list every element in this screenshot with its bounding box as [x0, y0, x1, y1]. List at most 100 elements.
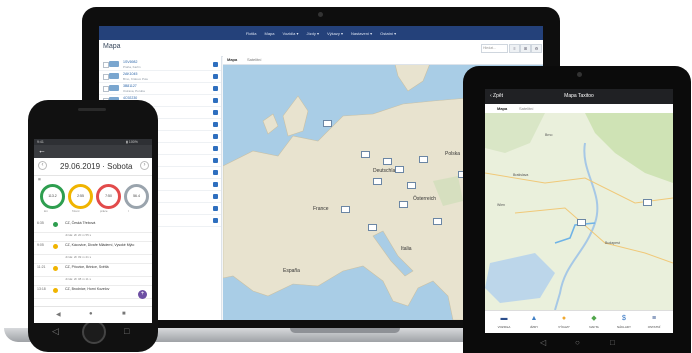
locate-icon[interactable]: [213, 134, 218, 139]
stop-row[interactable]: 11:21 CZ, Pňovice, Brtnice, Světlá: [34, 263, 152, 277]
locate-icon[interactable]: [213, 98, 218, 103]
tablet-app-bar: ‹ Zpět Mapa Taxitoo: [485, 89, 673, 104]
next-day-button[interactable]: ›: [140, 161, 149, 170]
tab-výkazy[interactable]: ● VÝKAZY: [552, 314, 576, 329]
tab-ostatní[interactable]: ≡ OSTATNÍ: [642, 314, 666, 329]
tablet-bottom-bar: ▬ VOZIDLA ▲ JÍZDY ● VÝKAZY ◆ NAFTA $ NÁKLADY ≡ OSTA…: [485, 310, 673, 333]
map-label-austria: Österreich: [413, 196, 437, 202]
tablet-map[interactable]: Bratislava Budapest Wien Brno: [485, 113, 673, 310]
gauge: 113.2: [40, 184, 65, 209]
map-tab-satellite[interactable]: Satelitní: [247, 57, 261, 62]
add-button[interactable]: +: [138, 290, 147, 299]
stop-row[interactable]: 9:05 CZ, Kácovice, Divaře Mláderní, Vysok…: [34, 241, 152, 255]
truck-icon: [109, 85, 119, 91]
vehicle-marker[interactable]: [433, 218, 442, 225]
settings-button[interactable]: ⚙: [531, 44, 542, 53]
vehicle-marker[interactable]: [341, 206, 350, 213]
locate-icon[interactable]: [213, 122, 218, 127]
grid-button[interactable]: ⊞: [520, 44, 531, 53]
vehicle-marker[interactable]: [643, 199, 652, 206]
phone-app-bar: ←: [34, 145, 152, 158]
tablet-home-key[interactable]: ○: [575, 338, 580, 347]
tablet-recent-key[interactable]: □: [610, 338, 615, 347]
vehicle-name[interactable]: 2AK1045: [123, 72, 137, 76]
search-input[interactable]: Hledat...: [481, 44, 508, 53]
nav-recent-icon[interactable]: ■: [122, 311, 126, 317]
vehicle-name[interactable]: 1SV6982: [123, 60, 137, 64]
tab-jízdy[interactable]: ▲ JÍZDY: [522, 314, 546, 329]
tab-nafta[interactable]: ◆ NAFTA: [582, 314, 606, 329]
locate-icon[interactable]: [213, 62, 218, 67]
nav-item-map[interactable]: Mapa: [264, 31, 274, 36]
locate-icon[interactable]: [213, 182, 218, 187]
locate-icon[interactable]: [213, 110, 218, 115]
trip-duration: Jízda: 2h 08 m 11 s: [65, 277, 91, 281]
prev-day-button[interactable]: ‹: [38, 161, 47, 170]
tab-label: NÁKLADY: [616, 325, 631, 329]
tab-icon: ▬: [500, 315, 508, 322]
tab-náklady[interactable]: $ NÁKLADY: [612, 314, 636, 329]
locate-icon[interactable]: [213, 218, 218, 223]
tab-label: VOZIDLA: [497, 325, 511, 329]
nav-item-settings[interactable]: Nastavení ▾: [351, 31, 372, 36]
calendar-icon: ▦: [38, 177, 41, 181]
back-arrow-icon[interactable]: ←: [38, 147, 46, 155]
nav-item-fleet[interactable]: Flotila: [246, 31, 257, 36]
nav-back-icon[interactable]: ◀: [56, 311, 61, 318]
vehicle-marker[interactable]: [577, 219, 586, 226]
stop-row[interactable]: 6:35 CZ, Česká Třebová: [34, 219, 152, 233]
locate-icon[interactable]: [213, 86, 218, 91]
event-location: CZ, Česká Třebová: [65, 221, 96, 225]
truck-icon: [109, 73, 119, 79]
phone-home-button[interactable]: [82, 320, 106, 344]
locate-icon[interactable]: [213, 170, 218, 175]
stop-row[interactable]: 13:18 CZ, Brodnice, Horní Kozelov: [34, 285, 152, 299]
status-dot-icon: [53, 288, 58, 293]
locate-icon[interactable]: [213, 206, 218, 211]
vehicle-row[interactable]: 1SV6982 Praha, Karlín: [99, 59, 221, 71]
nav-item-trips[interactable]: Jízdy ▾: [307, 31, 319, 36]
tablet-back-key[interactable]: ◁: [540, 338, 546, 347]
nav-item-vehicles[interactable]: Vozidla ▾: [283, 31, 299, 36]
tablet-tab-satellite[interactable]: Satelitní: [519, 106, 533, 111]
phone-recent-key[interactable]: □: [124, 326, 129, 336]
event-time: 9:05: [37, 243, 44, 247]
vehicle-marker[interactable]: [419, 156, 428, 163]
event-time: 13:18: [37, 287, 46, 291]
vehicle-row[interactable]: 2AK1045 Brno, Královo Pole: [99, 71, 221, 83]
vehicle-marker[interactable]: [399, 201, 408, 208]
trip-duration: Jízda: 2h 20 m 55 s: [65, 233, 92, 237]
locate-icon[interactable]: [213, 158, 218, 163]
tablet-tab-map[interactable]: Mapa: [497, 106, 507, 111]
map-tab-map[interactable]: Mapa: [227, 57, 237, 62]
status-time: 9:41: [37, 140, 44, 144]
event-location: CZ, Kácovice, Divaře Mláderní, Vysoké Mý…: [65, 243, 135, 247]
menu-button[interactable]: ≡: [509, 44, 520, 53]
vehicle-marker[interactable]: [395, 166, 404, 173]
gauge-value: 7:50: [105, 194, 112, 198]
tab-vozidla[interactable]: ▬ VOZIDLA: [492, 314, 516, 329]
tab-label: JÍZDY: [529, 325, 539, 329]
status-dot-icon: [53, 244, 58, 249]
vehicle-address: Brno, Královo Pole: [123, 77, 149, 81]
vehicle-marker[interactable]: [368, 224, 377, 231]
locate-icon[interactable]: [213, 194, 218, 199]
locate-icon[interactable]: [213, 74, 218, 79]
vehicle-marker[interactable]: [373, 178, 382, 185]
nav-home-icon[interactable]: ●: [89, 311, 93, 317]
gauge-value: 113.2: [48, 194, 57, 198]
vehicle-row[interactable]: 3B81127 Ostrava, Poruba: [99, 83, 221, 95]
vehicle-marker[interactable]: [323, 120, 332, 127]
trip-duration: Jízda: 2h 09 m 21 s: [65, 255, 92, 259]
vehicle-marker[interactable]: [361, 151, 370, 158]
gauge-label: řízení: [72, 209, 80, 213]
nav-item-reports[interactable]: Výkazy ▾: [327, 31, 343, 36]
vehicle-marker[interactable]: [407, 182, 416, 189]
phone-back-key[interactable]: ◁: [52, 326, 59, 337]
page-header: Mapa Hledat... ≡ ⊞ ⚙: [99, 40, 543, 57]
nav-item-other[interactable]: Ostatní ▾: [380, 31, 396, 36]
vehicle-address: Ostrava, Poruba: [123, 89, 145, 93]
vehicle-marker[interactable]: [383, 158, 392, 165]
vehicle-name[interactable]: 3B81127: [123, 84, 137, 88]
locate-icon[interactable]: [213, 146, 218, 151]
